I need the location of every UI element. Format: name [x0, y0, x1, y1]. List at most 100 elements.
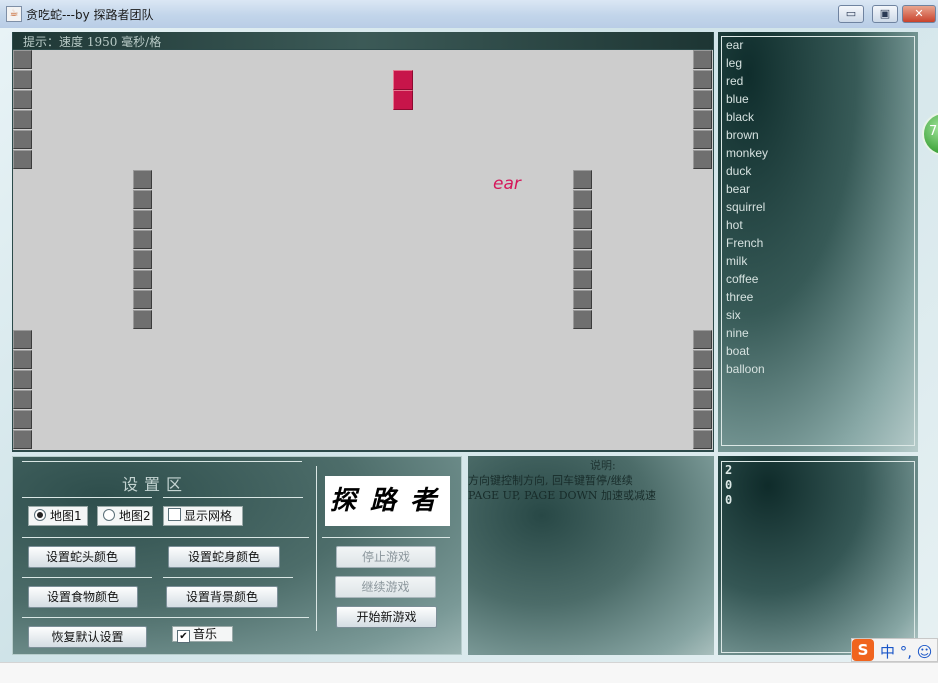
word-list-item: boat: [726, 344, 750, 358]
java-cup-icon: ☕: [6, 6, 22, 22]
wall-block: [693, 350, 712, 369]
wall-block: [573, 170, 592, 189]
word-list-item: blue: [726, 92, 749, 106]
wall-block: [693, 50, 712, 69]
wall-block: [13, 370, 32, 389]
map2-label: 地图2: [119, 509, 151, 523]
radio-unselected-icon: [103, 509, 115, 521]
wall-block: [13, 430, 32, 449]
wall-block: [13, 390, 32, 409]
close-button[interactable]: ✕: [902, 5, 936, 23]
wall-block: [133, 270, 152, 289]
wall-block: [13, 350, 32, 369]
game-board[interactable]: [13, 50, 713, 450]
snake-head-color-button[interactable]: 设置蛇头颜色: [28, 546, 136, 568]
wall-block: [573, 270, 592, 289]
wall-block: [13, 50, 32, 69]
checkbox-unchecked-icon: [168, 508, 181, 521]
checkbox-checked-icon: ✔: [177, 630, 190, 643]
wall-block: [13, 90, 32, 109]
word-list-item: coffee: [726, 272, 759, 286]
word-list-item: ear: [726, 38, 744, 52]
word-list-item: monkey: [726, 146, 769, 160]
wall-block: [573, 230, 592, 249]
instructions-line: PAGE UP, PAGE DOWN 加速或减速: [468, 489, 656, 502]
wall-block: [573, 290, 592, 309]
wall-block: [693, 130, 712, 149]
close-icon: ✕: [914, 7, 924, 20]
logo-text: 探路者: [330, 486, 451, 516]
new-game-button[interactable]: 开始新游戏: [336, 606, 437, 628]
wall-block: [693, 390, 712, 409]
word-list-item: six: [726, 308, 741, 322]
word-list-item: leg: [726, 56, 743, 70]
wall-block: [133, 310, 152, 329]
snake-body-color-button[interactable]: 设置蛇身颜色: [168, 546, 280, 568]
minimize-button[interactable]: ▭: [838, 5, 864, 23]
stop-game-button[interactable]: 停止游戏: [336, 546, 436, 568]
show-grid-checkbox[interactable]: 显示网格: [163, 506, 243, 526]
divider: [22, 577, 152, 578]
instructions-title: 说明:: [590, 459, 616, 472]
score-border: [721, 461, 915, 653]
maximize-icon: ▣: [879, 7, 891, 20]
word-list-item: milk: [726, 254, 748, 268]
wall-block: [693, 330, 712, 349]
divider: [22, 537, 309, 538]
wall-block: [693, 150, 712, 169]
snake-head: [393, 70, 413, 90]
instructions-line: 方向键控制方向, 回车键暂停/继续: [468, 474, 633, 487]
wall-block: [133, 190, 152, 209]
wall-block: [13, 110, 32, 129]
wall-block: [133, 210, 152, 229]
divider: [316, 466, 317, 631]
wall-block: [693, 430, 712, 449]
divider: [322, 537, 450, 538]
music-checkbox[interactable]: ✔ 音乐: [172, 626, 233, 643]
word-list-item: three: [726, 290, 754, 304]
wall-block: [133, 170, 152, 189]
word-list-item: red: [726, 74, 744, 88]
maximize-button[interactable]: ▣: [872, 5, 898, 23]
word-list-item: hot: [726, 218, 743, 232]
show-grid-label: 显示网格: [184, 509, 233, 523]
word-list-item: balloon: [726, 362, 765, 376]
score-digit: 0: [725, 493, 733, 507]
hint-text: 提示：速度 1950 毫秒/格: [23, 35, 162, 49]
continue-game-button[interactable]: 继续游戏: [335, 576, 436, 598]
word-list-item: brown: [726, 128, 759, 142]
word-list-item: French: [726, 236, 764, 250]
food-color-button[interactable]: 设置食物颜色: [28, 586, 138, 608]
window-title: 贪吃蛇---by 探路者团队: [26, 8, 154, 22]
wall-block: [693, 110, 712, 129]
wall-block: [573, 310, 592, 329]
word-list-item: black: [726, 110, 755, 124]
wall-block: [573, 250, 592, 269]
food-word: ear: [493, 174, 521, 194]
divider: [163, 577, 293, 578]
wall-block: [13, 70, 32, 89]
wall-block: [693, 70, 712, 89]
wall-block: [13, 150, 32, 169]
divider: [22, 461, 302, 462]
score-digit: 0: [725, 478, 733, 492]
background-color-button[interactable]: 设置背景颜色: [166, 586, 278, 608]
wall-block: [13, 330, 32, 349]
word-list-item: duck: [726, 164, 752, 178]
settings-title: 设置区: [122, 475, 189, 494]
wall-block: [693, 410, 712, 429]
wall-block: [573, 190, 592, 209]
music-label: 音乐: [193, 627, 218, 641]
wall-block: [693, 90, 712, 109]
wall-block: [13, 130, 32, 149]
map1-radio[interactable]: 地图1: [28, 506, 88, 526]
map2-radio[interactable]: 地图2: [97, 506, 153, 526]
map1-label: 地图1: [50, 509, 82, 523]
word-list-item: squirrel: [726, 200, 766, 214]
restore-default-button[interactable]: 恢复默认设置: [28, 626, 147, 648]
ime-status-text[interactable]: 中 °, ☺: [880, 641, 932, 662]
wall-block: [133, 250, 152, 269]
sogou-ime-icon[interactable]: S: [852, 639, 874, 661]
score-digit: 2: [725, 463, 733, 477]
divider: [22, 497, 152, 498]
